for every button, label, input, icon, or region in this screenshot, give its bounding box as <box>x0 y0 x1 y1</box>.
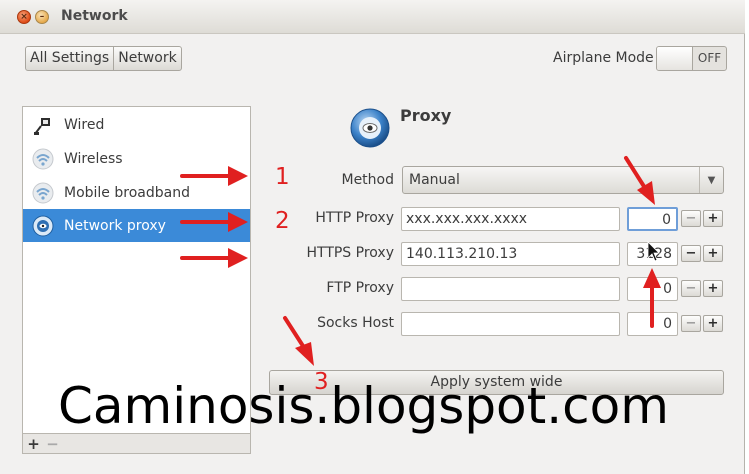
sidebar-item-mobile-broadband[interactable]: Mobile broadband <box>23 176 250 209</box>
sidebar-item-label: Network proxy <box>64 217 166 234</box>
watermark-text: Caminosis.blogspot.com <box>58 377 669 435</box>
sidebar-item-wired[interactable]: Wired <box>23 108 250 141</box>
device-list-toolbar: + − <box>22 433 251 454</box>
mobile-broadband-icon <box>31 181 55 205</box>
network-proxy-icon <box>31 214 55 238</box>
close-window-button[interactable]: × <box>17 10 31 24</box>
annotation-number-2: 2 <box>275 208 290 234</box>
plus-icon: + <box>707 316 719 331</box>
http-port-decrement-button[interactable]: − <box>681 210 701 227</box>
add-device-button[interactable]: + <box>25 435 42 453</box>
ftp-port-increment-button[interactable]: + <box>703 280 723 297</box>
socks-port-increment-button[interactable]: + <box>703 315 723 332</box>
https-port-increment-button[interactable]: + <box>703 245 723 262</box>
breadcrumb: All Settings Network <box>25 46 182 71</box>
https-proxy-host-input[interactable]: 140.113.210.13 <box>401 242 620 266</box>
network-settings-window: × – Network All Settings Network Airplan… <box>0 0 745 474</box>
sidebar-item-wireless[interactable]: Wireless <box>23 142 250 175</box>
http-proxy-port-input[interactable]: 0 <box>627 207 678 231</box>
method-select[interactable]: Manual ▼ <box>402 166 724 194</box>
minus-icon: − <box>685 281 697 296</box>
window-title: Network <box>61 8 128 24</box>
breadcrumb-network[interactable]: Network <box>113 47 180 70</box>
proxy-title: Proxy <box>400 106 452 125</box>
method-value: Manual <box>409 172 460 188</box>
plus-icon: + <box>707 281 719 296</box>
airplane-mode-label: Airplane Mode <box>553 50 654 66</box>
sidebar-item-label: Wired <box>64 116 105 133</box>
minus-icon: − <box>685 316 697 331</box>
sidebar-item-label: Wireless <box>64 150 123 167</box>
title-bar: × – Network <box>0 0 745 34</box>
annotation-arrow-head <box>295 342 314 366</box>
dropdown-arrow-icon: ▼ <box>699 167 723 193</box>
toggle-state: OFF <box>697 51 722 65</box>
http-proxy-label: HTTP Proxy <box>315 210 394 226</box>
plus-icon: + <box>707 246 719 261</box>
socks-host-input[interactable] <box>401 312 620 336</box>
wired-network-icon <box>31 113 55 137</box>
ftp-port-decrement-button[interactable]: − <box>681 280 701 297</box>
method-label: Method <box>341 172 394 188</box>
https-proxy-label: HTTPS Proxy <box>306 245 394 261</box>
remove-device-button[interactable]: − <box>44 435 61 453</box>
socks-port-decrement-button[interactable]: − <box>681 315 701 332</box>
https-port-decrement-button[interactable]: − <box>681 245 701 262</box>
airplane-mode-toggle[interactable]: OFF <box>656 46 727 71</box>
http-port-increment-button[interactable]: + <box>703 210 723 227</box>
annotation-number-1: 1 <box>275 164 290 190</box>
sidebar-item-label: Mobile broadband <box>64 184 190 201</box>
socks-port-input[interactable]: 0 <box>627 312 678 336</box>
close-icon: × <box>20 12 28 22</box>
toggle-knob[interactable] <box>657 47 693 70</box>
plus-icon: + <box>707 211 719 226</box>
wireless-icon <box>31 147 55 171</box>
minus-icon: − <box>685 246 697 261</box>
ftp-proxy-port-input[interactable]: 0 <box>627 277 678 301</box>
https-proxy-port-input[interactable]: 3128 <box>627 242 678 266</box>
breadcrumb-all-settings[interactable]: All Settings <box>26 47 113 70</box>
ftp-proxy-label: FTP Proxy <box>326 280 394 296</box>
minimize-window-button[interactable]: – <box>35 10 49 24</box>
minimize-icon: – <box>39 12 45 22</box>
ftp-proxy-host-input[interactable] <box>401 277 620 301</box>
network-proxy-large-icon <box>349 107 391 149</box>
http-proxy-host-input[interactable]: xxx.xxx.xxx.xxxx <box>401 207 620 231</box>
sidebar-item-network-proxy[interactable]: Network proxy <box>23 209 250 242</box>
minus-icon: − <box>685 211 697 226</box>
socks-host-label: Socks Host <box>317 315 394 331</box>
